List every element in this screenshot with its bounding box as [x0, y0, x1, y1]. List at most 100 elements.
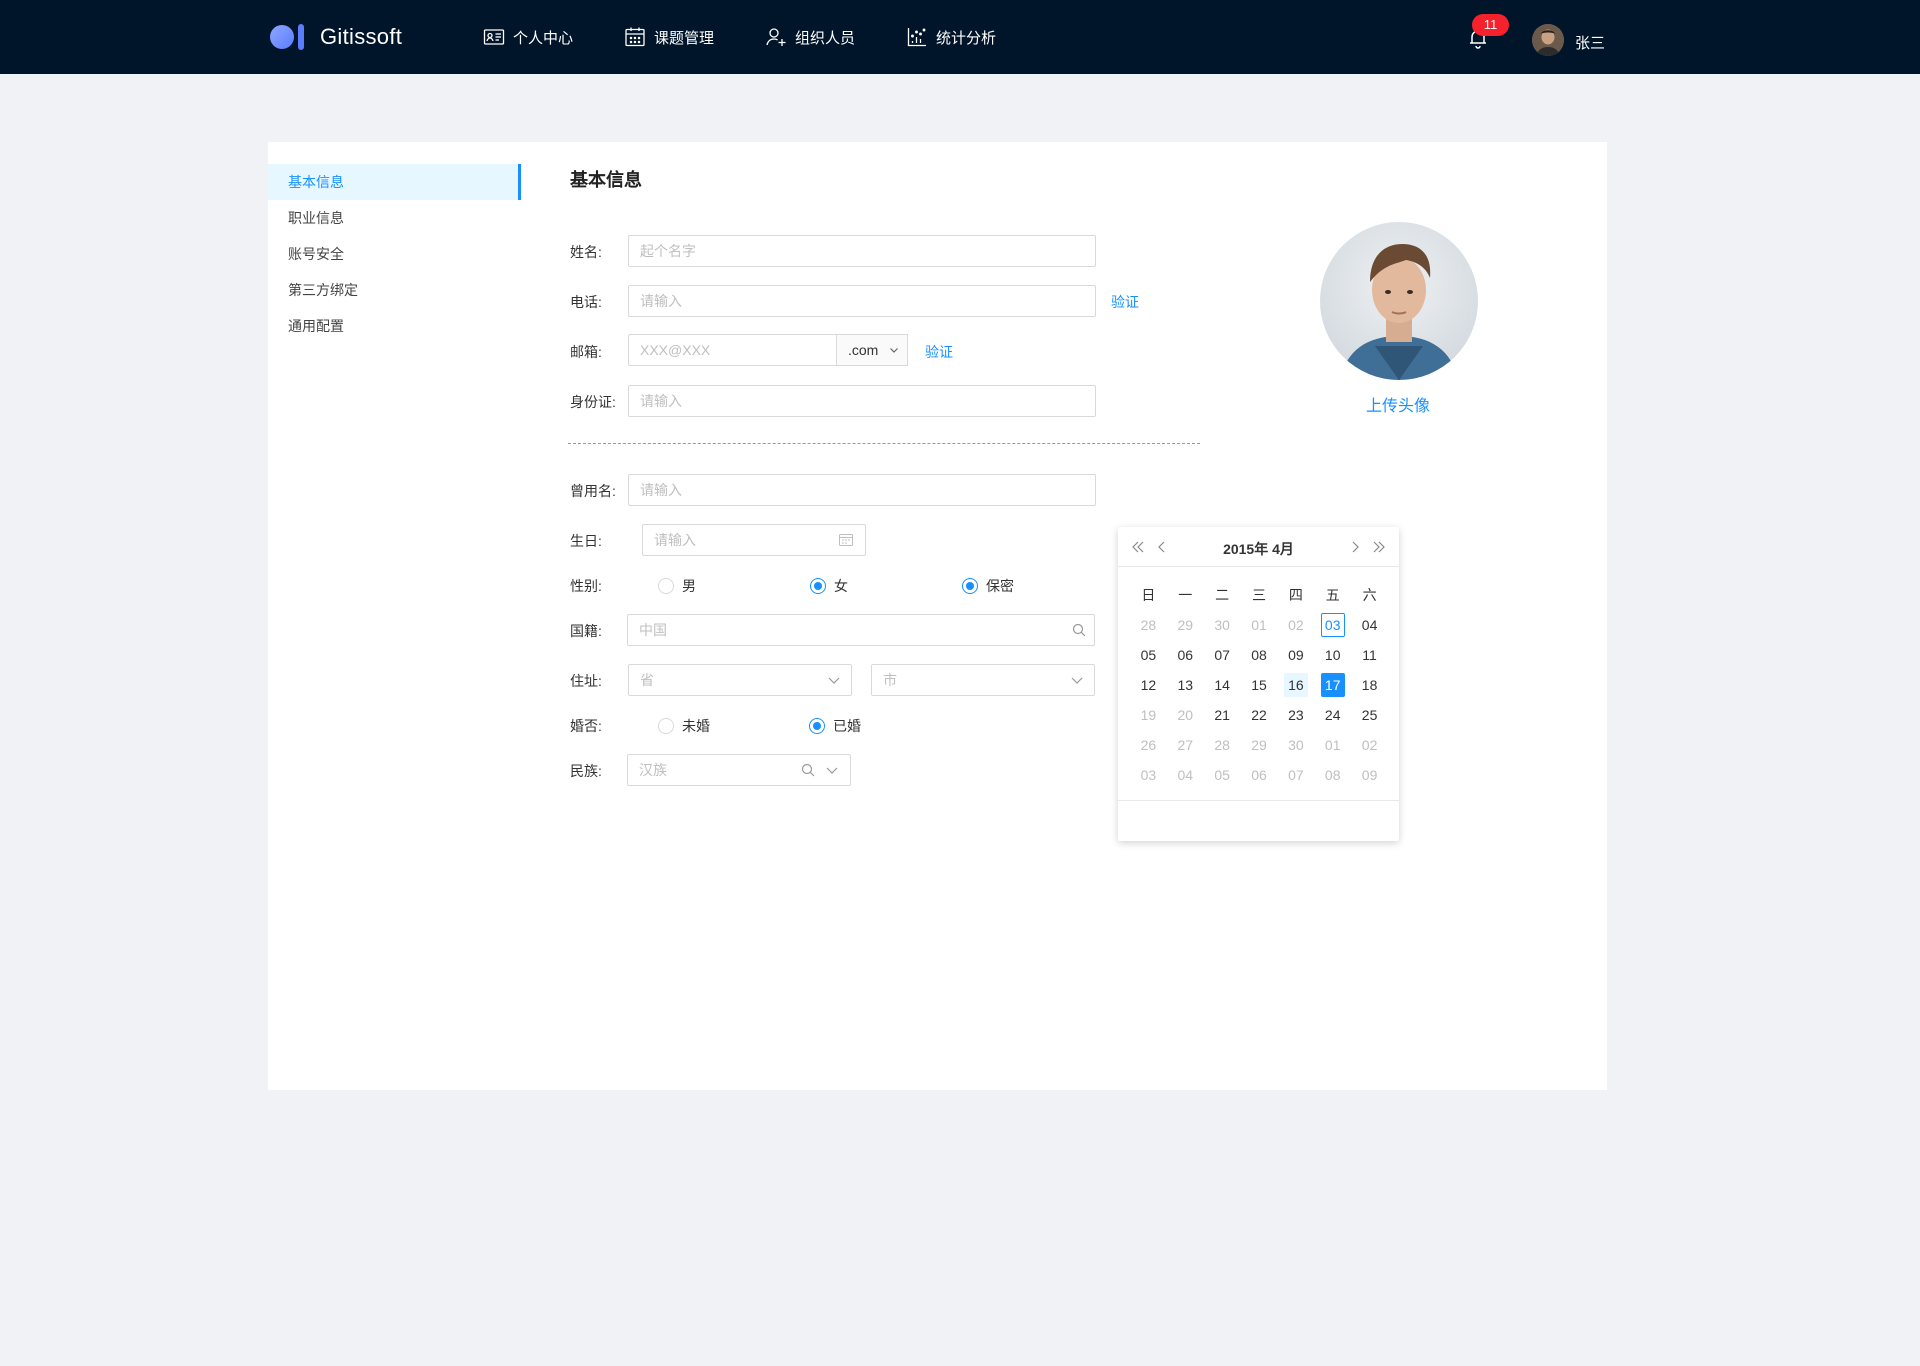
- id-card-icon: [483, 29, 505, 45]
- nav-item-statistics[interactable]: 统计分析: [905, 0, 996, 74]
- calendar-day-disabled: 07: [1288, 767, 1304, 783]
- calendar-day[interactable]: 11: [1351, 643, 1388, 667]
- calendar-day[interactable]: 07: [1204, 643, 1241, 667]
- notification-badge: 11: [1472, 14, 1509, 36]
- alias-input[interactable]: 请输入: [628, 474, 1096, 506]
- calendar-day-disabled: 09: [1361, 767, 1378, 783]
- weekday-label: 一: [1178, 587, 1193, 603]
- calendar-day-disabled: 08: [1324, 767, 1341, 783]
- calendar-day[interactable]: 18: [1351, 673, 1388, 697]
- calendar-weekdays: 日 一 二 三 四 五 六: [1130, 585, 1388, 605]
- calendar-day[interactable]: 13: [1167, 673, 1204, 697]
- chevron-right-icon[interactable]: [1347, 539, 1363, 555]
- calendar-day[interactable]: 23: [1277, 703, 1314, 727]
- calendar-day[interactable]: 09: [1277, 643, 1314, 667]
- calendar-day-disabled: 27: [1177, 737, 1194, 753]
- calendar-day-today[interactable]: 03: [1314, 613, 1351, 637]
- nav-label: 统计分析: [936, 29, 997, 47]
- marital-radio-single[interactable]: 未婚: [658, 716, 710, 736]
- email-verify-link[interactable]: 验证: [925, 342, 953, 362]
- calendar-week: 05 06 07 08 09 10 11: [1130, 643, 1388, 667]
- nationality-label: 国籍:: [570, 623, 602, 639]
- ethnicity-select[interactable]: 汉族: [627, 754, 851, 786]
- double-chevron-right-icon[interactable]: [1371, 539, 1387, 555]
- weekday-label: 日: [1141, 587, 1156, 603]
- calendar-day-selected[interactable]: 17: [1314, 673, 1351, 697]
- name-label: 姓名:: [570, 244, 602, 260]
- calendar-week: 26 27 28 29 30 01 02: [1130, 733, 1388, 757]
- form-divider: [568, 443, 1200, 444]
- calendar-day[interactable]: 12: [1130, 673, 1167, 697]
- avatar-photo: [1320, 222, 1478, 380]
- gender-radio-female[interactable]: 女: [810, 576, 848, 596]
- calendar-day[interactable]: 30: [1204, 613, 1241, 637]
- email-input[interactable]: XXX@XXX: [628, 334, 837, 366]
- calendar-day-disabled: 03: [1140, 767, 1157, 783]
- search-icon[interactable]: [800, 762, 816, 778]
- calendar-day[interactable]: 08: [1241, 643, 1278, 667]
- chevron-down-icon: [890, 348, 898, 353]
- calendar-day[interactable]: 24: [1314, 703, 1351, 727]
- nav-label: 课题管理: [654, 29, 715, 47]
- calendar-day[interactable]: 21: [1204, 703, 1241, 727]
- calendar-day[interactable]: 05: [1130, 643, 1167, 667]
- sidebar-item-career-info[interactable]: 职业信息: [268, 200, 521, 236]
- weekday-label: 六: [1362, 587, 1377, 603]
- calendar-day[interactable]: 22: [1241, 703, 1278, 727]
- app-logo[interactable]: Gitissoft: [270, 22, 402, 52]
- nav-item-project-management[interactable]: 课题管理: [623, 0, 714, 74]
- calendar-day[interactable]: 28: [1130, 613, 1167, 637]
- calendar-day[interactable]: 02: [1277, 613, 1314, 637]
- birthday-label: 生日:: [570, 533, 602, 549]
- nav-item-organization[interactable]: 组织人员: [764, 0, 855, 74]
- upload-avatar-link[interactable]: 上传头像: [1366, 392, 1430, 416]
- calendar-week: 03 04 05 06 07 08 09: [1130, 763, 1388, 787]
- gender-label: 性别:: [570, 578, 602, 594]
- calendar-day[interactable]: 01: [1241, 613, 1278, 637]
- search-icon[interactable]: [1071, 622, 1087, 638]
- calendar-day-disabled: 28: [1214, 737, 1230, 753]
- settings-sidebar: 基本信息 职业信息 账号安全 第三方绑定 通用配置: [268, 164, 521, 344]
- phone-input[interactable]: 请输入: [628, 285, 1096, 317]
- sidebar-item-basic-info[interactable]: 基本信息: [268, 164, 521, 200]
- user-avatar[interactable]: [1532, 24, 1564, 56]
- calendar-day[interactable]: 04: [1351, 613, 1388, 637]
- chart-icon: [907, 28, 927, 47]
- calendar-day-disabled: 02: [1361, 737, 1378, 753]
- calendar-day[interactable]: 29: [1167, 613, 1204, 637]
- nav-item-personal-center[interactable]: 个人中心: [482, 0, 573, 74]
- profile-avatar[interactable]: [1320, 222, 1478, 380]
- radio-label: 保密: [986, 578, 1014, 594]
- calendar-day[interactable]: 25: [1351, 703, 1388, 727]
- marital-radio-married[interactable]: 已婚: [809, 716, 861, 736]
- calendar-icon: [625, 27, 645, 47]
- weekday-label: 五: [1325, 587, 1340, 603]
- city-select[interactable]: 市: [871, 664, 1095, 696]
- calendar-day[interactable]: 06: [1167, 643, 1204, 667]
- address-label: 住址:: [570, 673, 602, 689]
- sidebar-item-account-security[interactable]: 账号安全: [268, 236, 521, 272]
- alias-label: 曾用名:: [570, 483, 616, 499]
- nationality-input[interactable]: 中国: [627, 614, 1095, 646]
- calendar-week: 12 13 14 15 16 17 18: [1130, 673, 1388, 697]
- calendar-day-hover[interactable]: 16: [1277, 673, 1314, 697]
- gender-radio-secret[interactable]: 保密: [962, 576, 1014, 596]
- calendar-day-disabled: 05: [1214, 767, 1230, 783]
- email-suffix-value: .com: [848, 342, 879, 358]
- phone-verify-link[interactable]: 验证: [1111, 292, 1139, 312]
- sidebar-item-third-party[interactable]: 第三方绑定: [268, 272, 521, 308]
- weekday-label: 三: [1252, 587, 1266, 603]
- gender-radio-male[interactable]: 男: [658, 576, 696, 596]
- calendar-day[interactable]: 10: [1314, 643, 1351, 667]
- email-suffix-select[interactable]: .com: [837, 334, 908, 366]
- sidebar-item-general-settings[interactable]: 通用配置: [268, 308, 521, 344]
- id-card-input[interactable]: 请输入: [628, 385, 1096, 417]
- province-select[interactable]: 省: [628, 664, 852, 696]
- birthday-date-picker[interactable]: 请输入: [642, 524, 866, 556]
- radio-circle: [809, 718, 825, 734]
- username[interactable]: 张三: [1575, 32, 1605, 53]
- calendar-day[interactable]: 15: [1241, 673, 1278, 697]
- calendar-day[interactable]: 14: [1204, 673, 1241, 697]
- radio-label: 已婚: [833, 718, 861, 734]
- name-input[interactable]: 起个名字: [628, 235, 1096, 267]
